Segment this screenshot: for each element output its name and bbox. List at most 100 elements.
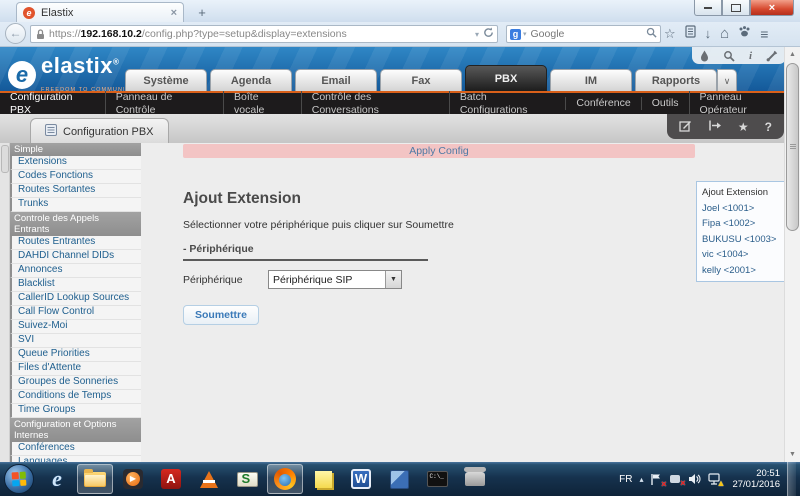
extension-link-bukusu[interactable]: BUKUSU <1003>	[702, 232, 788, 248]
edit-icon[interactable]	[679, 119, 692, 135]
select-dropdown-icon[interactable]: ▼	[385, 271, 401, 288]
menu-boite-vocale[interactable]: Boîte vocale	[223, 91, 301, 117]
network-warning-icon[interactable]: ▲	[708, 473, 721, 485]
tab-close-icon[interactable]: ×	[171, 7, 177, 19]
search-engine-icon[interactable]: g	[510, 29, 521, 40]
sidebar-item-codes-fonctions[interactable]: Codes Fonctions	[10, 170, 141, 184]
sidebar-item-blacklist[interactable]: Blacklist	[10, 278, 141, 292]
menu-controle-des-conversations[interactable]: Contrôle des Conversations	[301, 91, 449, 117]
taskbar-softphone-button[interactable]	[457, 464, 493, 494]
tab-pbx[interactable]: PBX	[465, 65, 547, 91]
start-button[interactable]	[4, 464, 34, 494]
apply-config-link[interactable]: Apply Config	[183, 144, 695, 158]
sidebar-item-call-flow-control[interactable]: Call Flow Control	[10, 306, 141, 320]
device-select[interactable]: Périphérique SIP ▼	[268, 270, 402, 289]
home-icon[interactable]: ⌂	[720, 24, 729, 44]
maximize-button[interactable]	[722, 0, 750, 16]
taskbar-media-player-button[interactable]: ▶	[115, 464, 151, 494]
back-button[interactable]: ←	[5, 23, 26, 44]
sidebar-item-extensions[interactable]: Extensions	[10, 156, 141, 170]
sidebar-item-annonces[interactable]: Annonces	[10, 264, 141, 278]
extension-link-joel[interactable]: Joel <1001>	[702, 201, 788, 217]
volume-icon[interactable]	[688, 473, 701, 485]
menu-outils[interactable]: Outils	[641, 97, 689, 110]
collapse-panel-icon[interactable]	[708, 120, 722, 134]
bookmarks-menu-icon[interactable]	[685, 24, 696, 44]
sidebar-item-files-dattente[interactable]: Files d'Attente	[10, 362, 141, 376]
taskbar-vlc-button[interactable]	[191, 464, 227, 494]
menu-icon[interactable]: ≡	[760, 24, 768, 44]
tab-agenda[interactable]: Agenda	[210, 69, 292, 91]
sidebar-item-routes-sortantes[interactable]: Routes Sortantes	[10, 184, 141, 198]
sidebar-item-dahdi-channel-dids[interactable]: DAHDI Channel DIDs	[10, 250, 141, 264]
tab-im[interactable]: IM	[550, 69, 632, 91]
tabs-overflow-chevron-icon[interactable]: ∨	[717, 69, 737, 91]
url-bar[interactable]: https://192.168.10.2/config.php?type=set…	[30, 25, 498, 43]
page-scrollbar[interactable]: ▲ ▼	[784, 47, 800, 462]
bookmark-star-icon[interactable]: ☆	[664, 24, 676, 44]
taskbar-adobe-reader-button[interactable]: A	[153, 464, 189, 494]
taskbar-sticky-notes-button[interactable]	[305, 464, 341, 494]
submit-button[interactable]: Soumettre	[183, 305, 259, 325]
action-center-flag-icon[interactable]: ×	[650, 473, 662, 486]
tab-systeme[interactable]: Système	[125, 69, 207, 91]
browser-tab[interactable]: e Elastix ×	[16, 2, 184, 22]
sidebar-item-time-groups[interactable]: Time Groups	[10, 404, 141, 418]
sidebar-item-queue-priorities[interactable]: Queue Priorities	[10, 348, 141, 362]
sidebar-item-conditions-de-temps[interactable]: Conditions de Temps	[10, 390, 141, 404]
menu-conference[interactable]: Conférence	[565, 97, 640, 110]
tools-wrench-icon[interactable]	[766, 50, 778, 62]
tray-clock[interactable]: 20:51 27/01/2016	[732, 468, 780, 490]
info-icon[interactable]: i	[749, 50, 752, 62]
hidden-icons-button[interactable]: ▴	[639, 475, 643, 484]
backup-error-icon[interactable]: ×	[669, 473, 681, 485]
sidebar-item-conferences[interactable]: Conférences	[10, 442, 141, 456]
theme-drop-icon[interactable]	[700, 50, 709, 62]
search-magnifier-icon[interactable]	[646, 27, 657, 41]
show-desktop-button[interactable]	[787, 462, 796, 496]
menu-configuration-pbx[interactable]: Configuration PBX	[0, 91, 105, 117]
sidebar-item-callerid-lookup-sources[interactable]: CallerID Lookup Sources	[10, 292, 141, 306]
sidebar-section-configuration-options: Configuration et Options Internes	[10, 418, 141, 442]
addon-paw-icon[interactable]	[738, 24, 751, 44]
elastix-header: e elastix® FREEDOM TO COMMUNICATE Systèm…	[0, 47, 800, 93]
taskbar-word-button[interactable]: W	[343, 464, 379, 494]
menu-batch-configurations[interactable]: Batch Configurations	[449, 91, 566, 117]
tab-rapports[interactable]: Rapports	[635, 69, 717, 91]
extension-link-vic[interactable]: vic <1004>	[702, 247, 788, 263]
search-box[interactable]: g ▾ Google	[506, 25, 661, 43]
help-icon[interactable]: ?	[765, 120, 772, 134]
tab-configuration-pbx[interactable]: Configuration PBX	[30, 118, 169, 144]
taskbar-cmd-button[interactable]: C:\_	[419, 464, 455, 494]
sidebar-item-suivez-moi[interactable]: Suivez-Moi	[10, 320, 141, 334]
extension-link-kelly[interactable]: kelly <2001>	[702, 263, 788, 279]
search-engine-dropdown-icon[interactable]: ▾	[523, 30, 527, 38]
sidebar-item-trunks[interactable]: Trunks	[10, 198, 141, 212]
scrollbar-thumb[interactable]	[786, 63, 799, 231]
minimize-button[interactable]	[694, 0, 722, 16]
close-button[interactable]: ×	[750, 0, 794, 16]
menu-panneau-de-controle[interactable]: Panneau de Contrôle	[105, 91, 223, 117]
scroll-down-icon[interactable]: ▼	[785, 447, 800, 462]
search-icon[interactable]	[723, 50, 735, 62]
tab-email[interactable]: Email	[295, 69, 377, 91]
scroll-up-icon[interactable]: ▲	[785, 47, 800, 62]
sidebar-item-svi[interactable]: SVI	[10, 334, 141, 348]
bookmark-star-icon[interactable]: ★	[738, 120, 749, 134]
taskbar-mail-button[interactable]	[229, 464, 265, 494]
extension-link-fipa[interactable]: Fipa <1002>	[702, 216, 788, 232]
taskbar-firefox-button[interactable]	[267, 464, 303, 494]
taskbar-ie-button[interactable]: e	[39, 464, 75, 494]
new-tab-button[interactable]: +	[190, 6, 214, 21]
tray-language-label[interactable]: FR	[619, 474, 632, 485]
downloads-icon[interactable]: ↓	[705, 24, 712, 44]
reload-icon[interactable]	[483, 27, 494, 41]
sidebar-grip-handle[interactable]	[1, 145, 9, 173]
tab-fax[interactable]: Fax	[380, 69, 462, 91]
taskbar-virtualbox-button[interactable]	[381, 464, 417, 494]
sidebar-item-groupes-de-sonneries[interactable]: Groupes de Sonneries	[10, 376, 141, 390]
taskbar-explorer-button[interactable]	[77, 464, 113, 494]
sidebar-collapse-strip[interactable]	[0, 143, 10, 462]
url-dropdown-icon[interactable]: ▾	[475, 30, 479, 39]
sidebar-item-routes-entrantes[interactable]: Routes Entrantes	[10, 236, 141, 250]
